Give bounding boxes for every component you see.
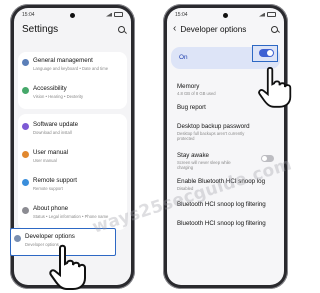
status-time: 15:04 <box>22 11 35 18</box>
item-title: Bluetooth HCI snoop log filtering <box>177 201 266 208</box>
on-label: On <box>179 54 188 61</box>
item-subtitle: Status • Legal information • Phone name <box>33 214 109 219</box>
item-subtitle: Vision • Hearing • Dexterity <box>33 94 84 99</box>
item-title: Remote support <box>33 177 78 184</box>
general-management-icon <box>22 59 29 66</box>
status-bar: 15:04 <box>22 10 123 19</box>
search-icon[interactable] <box>271 25 278 33</box>
item-title: Accessibility <box>33 85 67 92</box>
item-title: User manual <box>33 149 69 156</box>
status-time: 15:04 <box>175 11 188 18</box>
item-title: Memory <box>177 83 200 90</box>
accessibility-icon <box>22 87 29 94</box>
software-update-icon <box>22 123 29 130</box>
pointing-hand-icon <box>49 244 86 290</box>
developer-options-toggle[interactable] <box>259 49 274 57</box>
item-subtitle: Disabled <box>177 186 194 191</box>
signal-icon <box>259 12 265 17</box>
remote-support-icon <box>22 179 29 186</box>
item-subtitle: Desktop full backups aren't currently pr… <box>177 131 245 142</box>
dev-item-desktop-backup-password[interactable]: Desktop backup password Desktop full bac… <box>171 121 280 143</box>
settings-item-accessibility[interactable]: Accessibility Vision • Hearing • Dexteri… <box>18 82 127 110</box>
item-title: Desktop backup password <box>177 123 250 130</box>
pointing-hand-icon <box>258 66 292 108</box>
item-subtitle: 4.8 GB of 8 GB used <box>177 91 216 96</box>
item-title: Software update <box>33 121 79 128</box>
page-title: Developer options <box>180 24 247 34</box>
stay-awake-toggle[interactable] <box>261 155 274 162</box>
settings-card-2: Software update Download and install Use… <box>18 114 127 230</box>
search-icon[interactable] <box>118 26 125 33</box>
developer-options-icon <box>14 235 21 242</box>
toggle-highlight <box>252 45 278 62</box>
page-title: Settings <box>22 24 59 35</box>
item-title: General management <box>33 57 93 64</box>
item-title: Bug report <box>177 104 206 111</box>
dev-item-stay-awake[interactable]: Stay awake Screen will never sleep while… <box>171 150 280 172</box>
settings-item-remote-support[interactable]: Remote support Remote support <box>18 174 127 202</box>
signal-icon <box>106 12 112 17</box>
status-bar: 15:04 <box>175 10 276 19</box>
dev-item-bluetooth-hci-filtering[interactable]: Bluetooth HCI snoop log filtering <box>171 199 280 217</box>
dev-item-bluetooth-hci-filtering-2[interactable]: Bluetooth HCI snoop log filtering <box>171 218 280 236</box>
developer-options-screen: 15:04 ‹ Developer options On Memory 4.8 … <box>167 8 284 285</box>
item-subtitle: User manual <box>33 158 57 163</box>
item-subtitle: Remote support <box>33 186 63 191</box>
item-title: Enable Bluetooth HCI snoop log <box>177 178 266 185</box>
item-title: Stay awake <box>177 152 209 159</box>
item-subtitle: Language and keyboard • Date and time <box>33 66 109 71</box>
battery-icon <box>267 11 276 18</box>
battery-icon <box>114 11 123 18</box>
phone-developer-options: 15:04 ‹ Developer options On Memory 4.8 … <box>163 4 288 289</box>
item-subtitle: Download and install <box>33 130 72 135</box>
user-manual-icon <box>22 151 29 158</box>
settings-card-1: General management Language and keyboard… <box>18 52 127 109</box>
item-subtitle: Screen will never sleep while charging <box>177 160 231 171</box>
item-title: Bluetooth HCI snoop log filtering <box>177 220 266 227</box>
item-title: Developer options <box>25 233 75 240</box>
dev-item-bluetooth-hci-snoop-log[interactable]: Enable Bluetooth HCI snoop log Disabled <box>171 176 280 194</box>
about-phone-icon <box>22 207 29 214</box>
settings-item-user-manual[interactable]: User manual User manual <box>18 146 127 174</box>
item-title: About phone <box>33 205 69 212</box>
settings-item-software-update[interactable]: Software update Download and install <box>18 118 127 146</box>
settings-item-about-phone[interactable]: About phone Status • Legal information •… <box>18 202 127 230</box>
back-arrow-icon[interactable]: ‹ <box>173 24 176 34</box>
settings-item-general-management[interactable]: General management Language and keyboard… <box>18 54 127 82</box>
